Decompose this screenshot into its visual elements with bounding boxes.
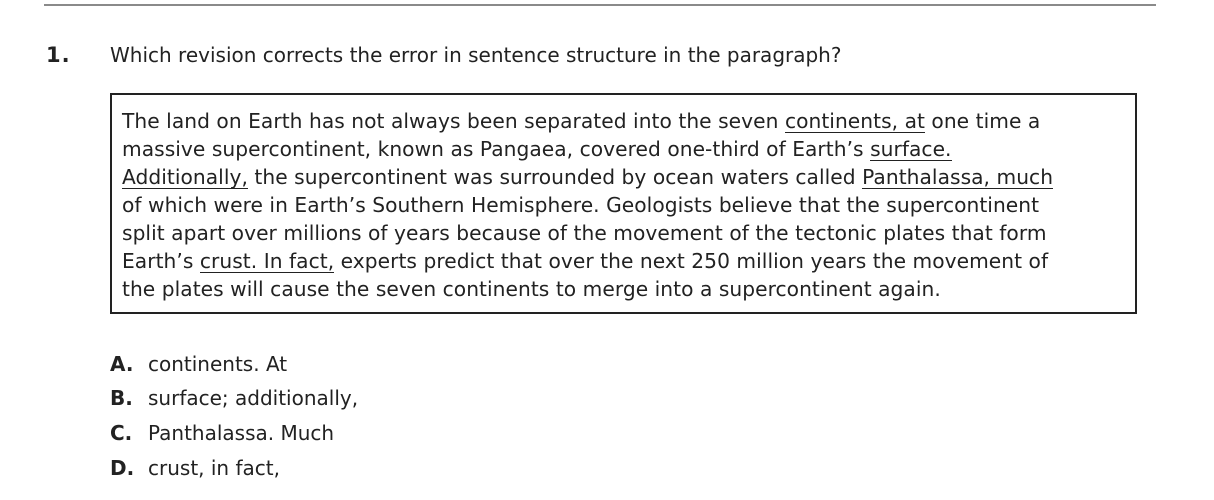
passage-text: Earth’s [122,249,200,273]
passage-text: split apart over millions of years becau… [122,221,1047,245]
passage-text: experts predict that over the next 250 m… [334,249,1049,273]
top-divider [44,4,1156,6]
answer-option-a[interactable]: A. continents. At [110,352,287,376]
passage-text: massive supercontinent, known as Pangaea… [122,137,871,161]
passage-text: the supercontinent was surrounded by oce… [247,165,863,189]
underlined-phrase: Additionally, [122,165,248,189]
answer-option-b[interactable]: B. surface; additionally, [110,386,358,410]
answer-text: surface; additionally, [148,386,359,410]
passage-line: of which were in Earth’s Southern Hemisp… [122,191,1039,219]
passage-line: Additionally, the supercontinent was sur… [122,163,1054,191]
underlined-phrase: Panthalassa, much [862,165,1054,189]
passage-line: split apart over millions of years becau… [122,219,1047,247]
answer-text: crust, in fact, [148,456,280,480]
passage-line: Earth’s crust. In fact, experts predict … [122,247,1048,275]
answer-letter: D. [110,456,135,480]
answer-letter: B. [110,386,133,410]
answer-option-c[interactable]: C. Panthalassa. Much [110,421,334,445]
answer-letter: A. [110,352,134,376]
passage-line: The land on Earth has not always been se… [122,107,1040,135]
underlined-phrase: crust. In fact, [199,249,335,273]
passage-text: of which were in Earth’s Southern Hemisp… [122,193,1040,217]
question-number: 1. [46,43,71,67]
passage-box: The land on Earth has not always been se… [110,93,1137,314]
underlined-phrase: surface. [870,137,952,161]
answer-letter: C. [110,421,133,445]
passage-text: The land on Earth has not always been se… [122,109,785,133]
passage-line: massive supercontinent, known as Pangaea… [122,135,952,163]
answer-text: Panthalassa. Much [148,421,335,445]
question-stem: Which revision corrects the error in sen… [110,43,842,67]
passage-text: the plates will cause the seven continen… [122,277,941,301]
underlined-phrase: continents, at [784,109,925,133]
answer-option-d[interactable]: D. crust, in fact, [110,456,280,480]
answer-text: continents. At [148,352,288,376]
passage-line: the plates will cause the seven continen… [122,275,941,303]
passage-text: one time a [924,109,1041,133]
